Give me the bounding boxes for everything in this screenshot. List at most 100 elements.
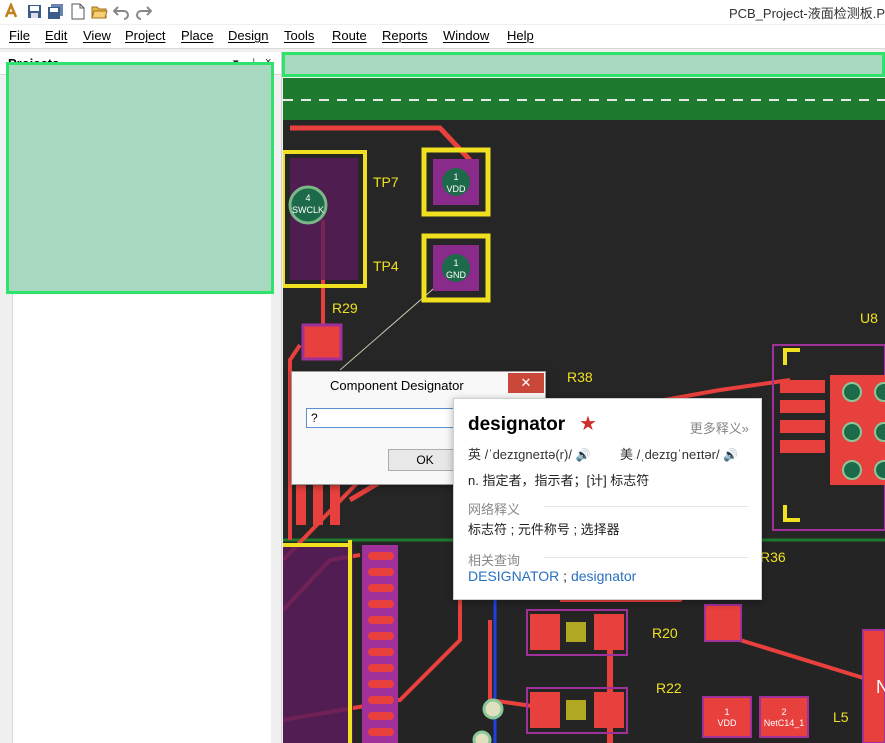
r36-label: R36 <box>760 549 786 565</box>
menu-view[interactable]: View <box>83 28 111 43</box>
menu-edit[interactable]: Edit <box>45 28 67 43</box>
vdd-pad-number: 1 <box>453 172 458 182</box>
document-tab-bar[interactable] <box>282 52 885 77</box>
swclk-pad-number: 4 <box>305 193 310 203</box>
related-separator: ; <box>559 568 571 584</box>
r22-body <box>566 700 586 720</box>
new-file-icon[interactable] <box>69 3 86 20</box>
project-tree-empty-area <box>12 294 271 743</box>
u8-via <box>874 422 885 442</box>
window-title: PCB_Project-液面检测板.P <box>728 6 885 21</box>
section-divider <box>544 506 748 507</box>
favorite-star-icon[interactable]: ★ <box>579 411 597 436</box>
vdd-pad-net: VDD <box>446 184 466 194</box>
c14-pad-2 <box>759 696 809 738</box>
uk-label: 英 <box>468 447 482 462</box>
connector-pin <box>368 712 394 720</box>
c14-pad-2-number: 2 <box>781 707 786 717</box>
menu-project[interactable]: Project <box>125 28 165 43</box>
menu-design[interactable]: Design <box>228 28 268 43</box>
us-speaker-icon[interactable]: 🔊 <box>723 448 738 462</box>
altium-logo-icon <box>4 3 18 18</box>
l5-pad-text: N <box>876 677 885 697</box>
menu-place[interactable]: Place <box>181 28 214 43</box>
u8-via <box>842 460 862 480</box>
menu-bar: File Edit View Project Place Design Tool… <box>0 25 885 49</box>
connector-pin <box>368 696 394 704</box>
tp4-label: TP4 <box>373 258 399 274</box>
menu-file[interactable]: File <box>9 28 30 43</box>
c14-pad-1-number: 1 <box>724 707 729 717</box>
menu-help[interactable]: Help <box>507 28 534 43</box>
related-heading: 相关查询 <box>468 553 521 568</box>
l5-label: L5 <box>833 709 849 725</box>
menu-route[interactable]: Route <box>332 28 367 43</box>
connector-pin <box>368 552 394 560</box>
uk-pronunciation: 英 /ˈdezɪgneɪtə(r)/ 🔊 <box>468 444 591 463</box>
r22-label: R22 <box>656 680 682 696</box>
designator-input[interactable] <box>306 408 466 428</box>
u8-via <box>874 382 885 402</box>
uk-ipa: /ˈdezɪgneɪtə(r)/ <box>484 447 572 462</box>
save-all-icon[interactable] <box>47 3 64 20</box>
r38-label: R38 <box>567 369 593 385</box>
dialog-close-button[interactable]: ✕ <box>508 373 544 393</box>
us-pronunciation: 美 /ˌdezɪɡˈneɪtər/ 🔊 <box>620 444 738 463</box>
r29-pad <box>301 323 343 361</box>
u8-pin <box>780 400 825 413</box>
r22-pad <box>530 692 560 728</box>
gnd-pad-net: GND <box>446 270 467 280</box>
swclk-pad-net: SWCLK <box>292 205 324 215</box>
r29-label: R29 <box>332 300 358 316</box>
web-definition: 标志符 ; 元件称号 ; 选择器 <box>468 522 620 537</box>
smd-pad <box>313 480 323 525</box>
r20-pad <box>530 614 560 650</box>
uk-speaker-icon[interactable]: 🔊 <box>576 448 591 462</box>
c14-pad-2-net: NetC14_1 <box>764 718 805 728</box>
us-ipa: /ˌdezɪɡˈneɪtər/ <box>636 447 720 462</box>
via <box>472 730 492 743</box>
r36-pad <box>704 604 742 642</box>
open-folder-icon[interactable] <box>91 3 108 20</box>
menu-reports[interactable]: Reports <box>382 28 428 43</box>
u8-label: U8 <box>860 310 878 326</box>
connector-pin <box>368 616 394 624</box>
save-icon[interactable] <box>26 3 43 20</box>
related-link-lowercase[interactable]: designator <box>571 568 636 584</box>
r20-pad <box>594 614 624 650</box>
dialog-title: Component Designator <box>330 378 464 393</box>
via <box>482 698 504 720</box>
connector-pin <box>368 568 394 576</box>
connector-pin <box>368 632 394 640</box>
section-divider <box>544 557 748 558</box>
u8-pin <box>780 440 825 453</box>
u8-via <box>842 382 862 402</box>
more-definitions-link[interactable]: 更多释义» <box>690 418 749 437</box>
r22-pad <box>594 692 624 728</box>
undo-icon[interactable] <box>113 3 130 20</box>
related-link-uppercase[interactable]: DESIGNATOR <box>468 568 559 584</box>
related-queries: DESIGNATOR ; designator <box>468 568 636 584</box>
title-bar: PCB_Project-液面检测板.P <box>0 0 885 24</box>
ok-button[interactable]: OK <box>388 449 462 471</box>
menu-tools[interactable]: Tools <box>284 28 314 43</box>
dict-headword: designator <box>468 414 566 435</box>
dictionary-popup: designator ★ 更多释义» 英 /ˈdezɪgneɪtə(r)/ 🔊 … <box>453 398 762 600</box>
connector-pin <box>368 648 394 656</box>
gnd-pad-number: 1 <box>453 258 458 268</box>
c14-pad-1-net: VDD <box>717 718 737 728</box>
dict-definition: n. 指定者，指示者；[计] 标志符 <box>468 473 650 488</box>
menu-window[interactable]: Window <box>443 28 489 43</box>
redo-icon[interactable] <box>135 3 152 20</box>
us-label: 美 <box>620 447 634 462</box>
r20-label: R20 <box>652 625 678 641</box>
c14-pad-1 <box>702 696 752 738</box>
u8-pin <box>780 420 825 433</box>
connector-pin <box>368 664 394 672</box>
project-tree-highlight[interactable] <box>6 62 274 294</box>
web-definition-heading: 网络释义 <box>468 502 521 517</box>
smd-pad <box>330 480 340 525</box>
connector-body <box>283 545 353 743</box>
u8-pin <box>780 380 825 393</box>
smd-pad <box>296 480 306 525</box>
